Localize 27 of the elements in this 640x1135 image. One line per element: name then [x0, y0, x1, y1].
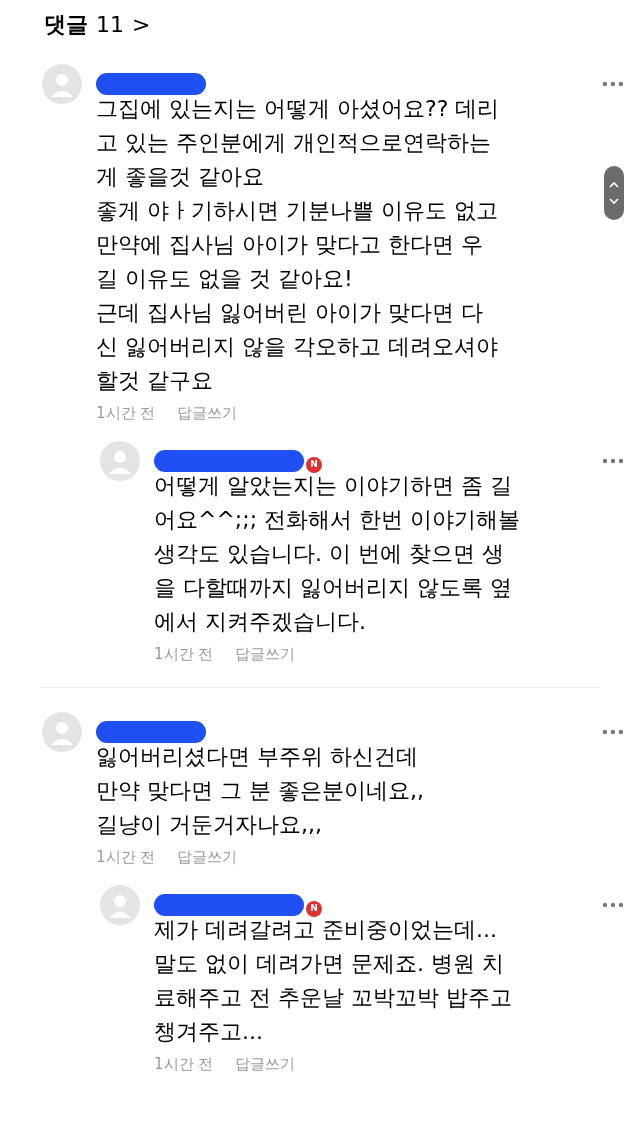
section-title: 댓글 [44, 10, 88, 39]
more-icon[interactable] [602, 729, 624, 735]
chevron[interactable]: > [132, 7, 151, 41]
more-icon[interactable] [602, 901, 624, 908]
up-down-arrows-icon [609, 179, 619, 207]
scroll-handle[interactable] [604, 166, 624, 220]
reply-link[interactable]: 답글쓰기 [177, 402, 238, 425]
reply-link[interactable]: 답글쓰기 [177, 846, 238, 869]
avatar-icon [42, 712, 82, 752]
timestamp: 1시간 전 [154, 643, 214, 665]
avatar-icon [42, 64, 82, 104]
comment-count: 11 [96, 10, 124, 39]
comment-text: 잃어버리셨다면 부주위 하신건데 만약 맞다면 그 분 좋은분이네요,, 길냥이 거둔거자나요,,, [96, 743, 424, 839]
avatar-icon [100, 440, 140, 481]
more-icon[interactable] [602, 457, 624, 464]
timestamp: 1시간 전 [154, 1053, 214, 1075]
comment-text: 어떻게 알았는지는 이야기하면 좀 길 어요^^;;; 전화해서 한번 이야기해볼 생각도 있습니다. 이 번에 찾으면 생 을 다할때까지 잃어버리지 않도록 옆 에서 지켜주겠습니다. [154, 471, 521, 636]
new-badge: N [306, 900, 322, 917]
more-icon[interactable] [602, 81, 624, 87]
avatar-icon [100, 884, 140, 925]
comment-text: 그집에 있는지는 어떻게 아셨어요?? 데리 고 있는 주인분에게 개인적으로연락하는 게 좋을것 같아요 좋게 야ㅏ기하시면 기분나쁠 이유도 없고 만약에 집사님 아이가 맞다고 한다면 우 길 이유도 없을 것 같아요! 근데 집사님 잃어버린 아이가 맞다면 다 신 잃어버리지 않을 각오하고 데려오셔야 할것 같구요 [96, 95, 500, 395]
timestamp: 1시간 전 [96, 847, 156, 868]
reply-link[interactable]: 답글쓰기 [235, 642, 296, 665]
comment-text: 제가 데려갈려고 준비중이었는데... 말도 없이 데려가면 문제죠. 병원 치 료해주고 전 추운날 꼬박꼬박 밥주고 챙겨주고... [154, 915, 512, 1046]
reply-link[interactable]: 답글쓰기 [235, 1052, 296, 1075]
new-badge: N [306, 456, 322, 473]
timestamp: 1시간 전 [96, 403, 156, 424]
